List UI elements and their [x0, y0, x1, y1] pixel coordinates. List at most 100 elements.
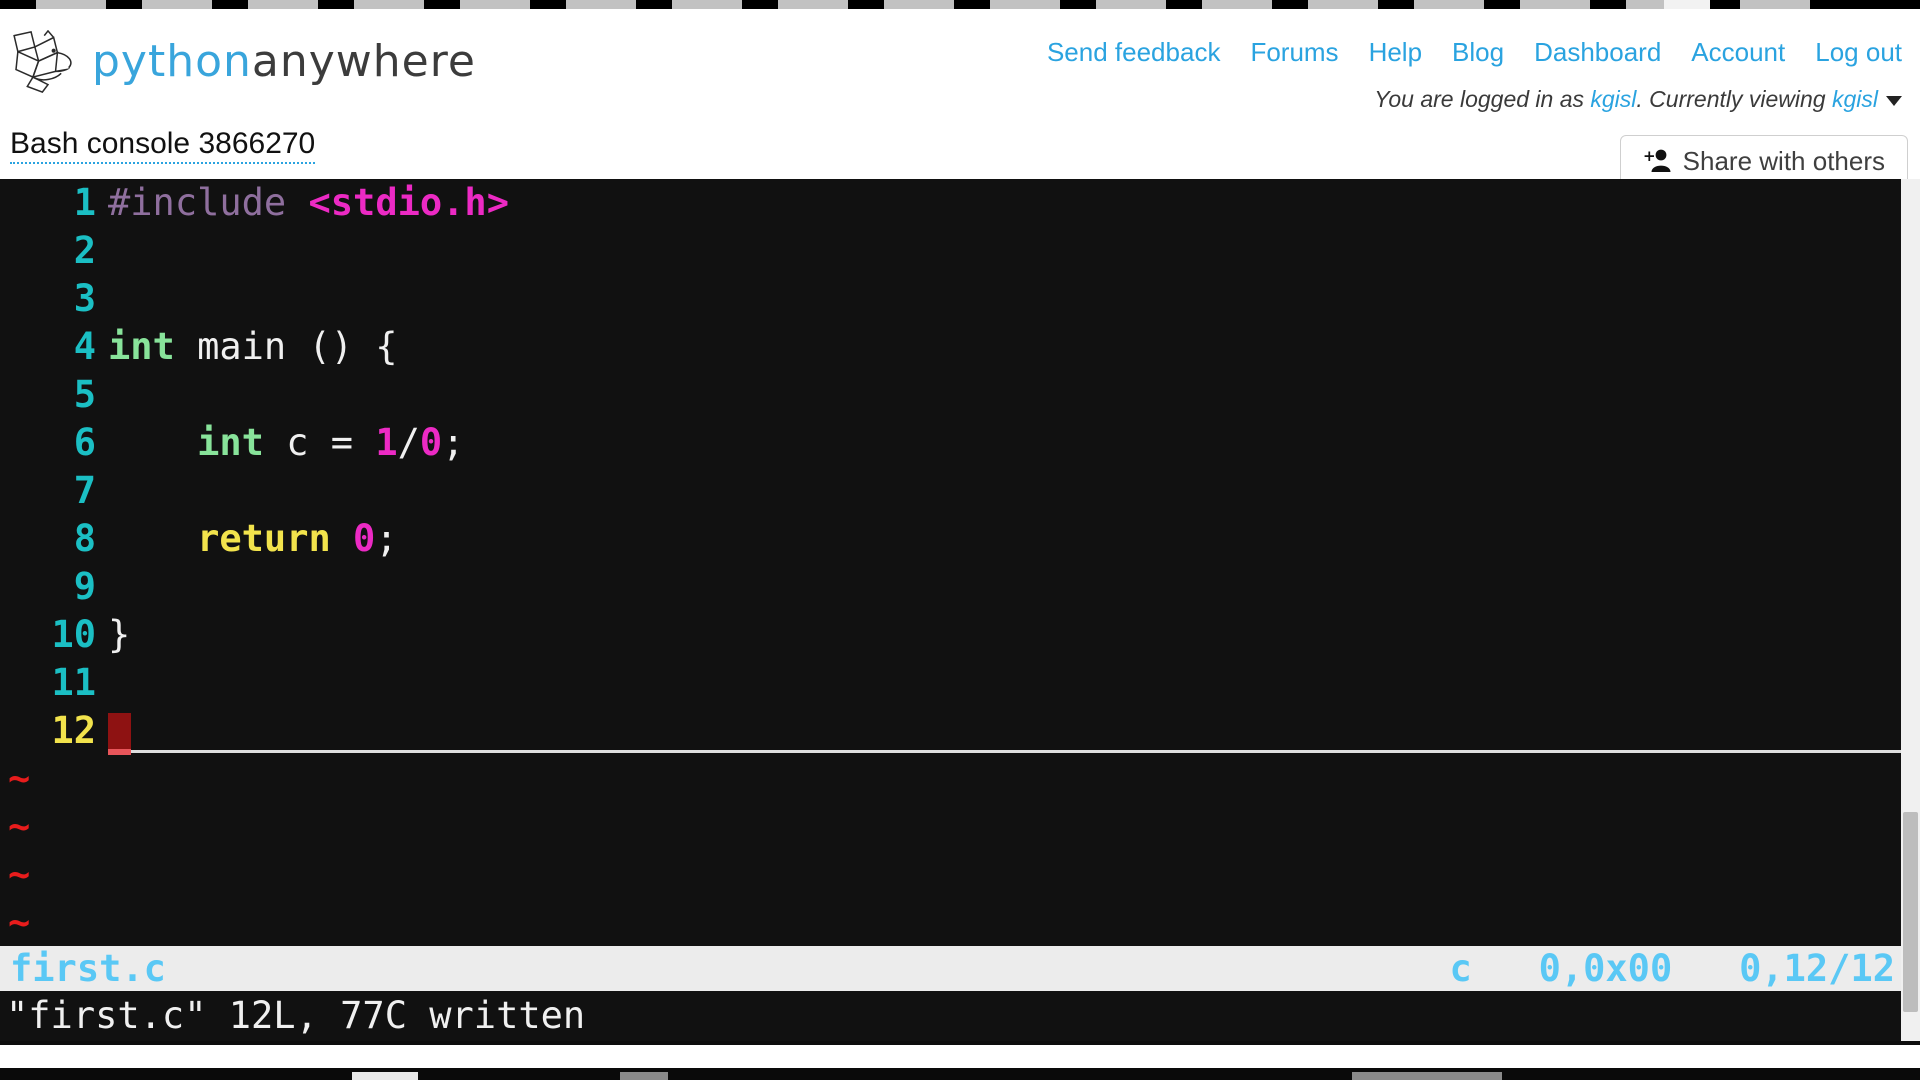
- token-brace: }: [108, 613, 131, 656]
- session-user-link[interactable]: kgisl: [1590, 86, 1636, 112]
- top-strip-segment: [36, 0, 106, 9]
- token-keyword: return: [197, 517, 331, 560]
- terminal-bottom-edge: [0, 1041, 1920, 1045]
- token-plain: c =: [263, 421, 376, 464]
- top-strip-segment: [460, 0, 530, 9]
- line-number: 10: [51, 613, 96, 656]
- status-gap: [1472, 947, 1539, 990]
- page-root: pythonanywhere Send feedback Forums Help…: [0, 0, 1920, 1080]
- top-strip-segment: [354, 0, 424, 9]
- text-cursor: [108, 713, 131, 749]
- top-strip-segment: [1308, 0, 1378, 9]
- logo-word-anywhere: anywhere: [251, 36, 476, 87]
- session-prefix: You are logged in as: [1374, 86, 1591, 112]
- bottom-strip-segment: [1352, 1072, 1502, 1080]
- code-line: 8 return 0;: [0, 515, 1901, 563]
- code-line: 6 int c = 1/0;: [0, 419, 1901, 467]
- page-scrollbar[interactable]: [1901, 179, 1920, 1041]
- line-number: 3: [73, 277, 96, 320]
- bash-console-terminal[interactable]: 1 #include <stdio.h> 2 3 4 int main () { 5…: [0, 179, 1901, 1041]
- code-line: 1 #include <stdio.h>: [0, 179, 1901, 227]
- code-line: 4 int main () {: [0, 323, 1901, 371]
- page-title: Bash console 3866270: [10, 129, 316, 164]
- code-line: 10}: [0, 611, 1901, 659]
- status-right-group: c 0,0x00 0,12/12: [1449, 947, 1897, 990]
- vim-buffer[interactable]: 1 #include <stdio.h> 2 3 4 int main () { 5…: [0, 179, 1901, 964]
- status-position: 0,12/12: [1739, 947, 1895, 990]
- nav-link-log-out[interactable]: Log out: [1815, 37, 1902, 68]
- token-type: int: [197, 421, 264, 464]
- vim-message-line: "first.c" 12L, 77C written: [0, 991, 1901, 1041]
- site-logo[interactable]: pythonanywhere: [10, 27, 476, 97]
- top-chrome-strip: [0, 0, 1920, 9]
- code-line-content: int main () {: [108, 325, 398, 368]
- token-number: 0: [419, 421, 443, 464]
- bottom-strip-segment: [352, 1072, 418, 1080]
- top-strip-segment: [1740, 0, 1810, 9]
- code-line: 9: [0, 563, 1901, 611]
- code-line: 3: [0, 275, 1901, 323]
- svg-text:+: +: [1643, 147, 1656, 165]
- top-strip-segment: [672, 0, 742, 9]
- token-plain: main () {: [174, 325, 398, 368]
- session-viewing-link[interactable]: kgisl: [1832, 86, 1878, 112]
- token-preprocessor: #include: [108, 181, 287, 224]
- nav-link-forums[interactable]: Forums: [1250, 37, 1338, 68]
- line-number: 7: [73, 469, 96, 512]
- bottom-chrome-strip: [0, 1068, 1920, 1080]
- cursor-line-rule: [131, 750, 1901, 753]
- empty-line-marker: ~: [8, 805, 31, 848]
- logo-wordmark: pythonanywhere: [92, 40, 476, 84]
- line-number: 1: [73, 181, 96, 224]
- top-nav: Send feedback Forums Help Blog Dashboard…: [1047, 37, 1902, 68]
- code-line-content: return 0;: [108, 517, 398, 560]
- nav-link-help[interactable]: Help: [1369, 37, 1422, 68]
- vim-status-line: first.c c 0,0x00 0,12/12: [0, 946, 1901, 991]
- code-line: 5: [0, 371, 1901, 419]
- add-person-icon: +: [1643, 147, 1671, 172]
- pythonanywhere-logo-icon: [13, 30, 72, 94]
- page-scrollbar-thumb[interactable]: [1903, 812, 1918, 1012]
- top-strip-segment: [1096, 0, 1166, 9]
- top-strip-segment: [142, 0, 212, 9]
- line-number: 2: [73, 229, 96, 272]
- code-line: 7: [0, 467, 1901, 515]
- top-strip-segment: [1414, 0, 1484, 9]
- site-header: pythonanywhere Send feedback Forums Help…: [0, 9, 1920, 187]
- token-operator: /: [397, 421, 420, 464]
- session-info: You are logged in as kgisl. Currently vi…: [1374, 86, 1902, 113]
- code-line: 11: [0, 659, 1901, 707]
- top-strip-segment: [778, 0, 848, 9]
- nav-link-account[interactable]: Account: [1691, 37, 1785, 68]
- top-strip-segment: [566, 0, 636, 9]
- empty-line-marker: ~: [8, 901, 31, 944]
- nav-link-blog[interactable]: Blog: [1452, 37, 1504, 68]
- nav-link-send-feedback[interactable]: Send feedback: [1047, 37, 1220, 68]
- logo-word-python: python: [92, 36, 252, 87]
- token-type: int: [108, 325, 175, 368]
- empty-line-marker: ~: [8, 757, 31, 800]
- code-line-content: int c = 1/0;: [108, 421, 464, 464]
- line-number: 4: [73, 325, 96, 368]
- status-filetype: c: [1449, 947, 1472, 990]
- top-strip-segment-active: [1664, 0, 1710, 9]
- top-strip-segment: [990, 0, 1060, 9]
- nav-link-dashboard[interactable]: Dashboard: [1534, 37, 1661, 68]
- code-line-current: 12: [0, 707, 1901, 755]
- chevron-down-icon[interactable]: [1886, 95, 1902, 106]
- top-strip-segment: [248, 0, 318, 9]
- code-line: 2: [0, 227, 1901, 275]
- top-strip-segment: [884, 0, 954, 9]
- share-button-label: Share with others: [1682, 145, 1885, 176]
- session-middle: . Currently viewing: [1636, 86, 1832, 112]
- status-byte-info: 0,0x00: [1538, 947, 1673, 990]
- top-strip-segment: [1520, 0, 1590, 9]
- empty-line-marker: ~: [8, 853, 31, 896]
- status-gap: [1672, 947, 1739, 990]
- line-number: 9: [73, 565, 96, 608]
- token-header: <stdio.h>: [308, 181, 509, 224]
- token-number: 1: [375, 421, 398, 464]
